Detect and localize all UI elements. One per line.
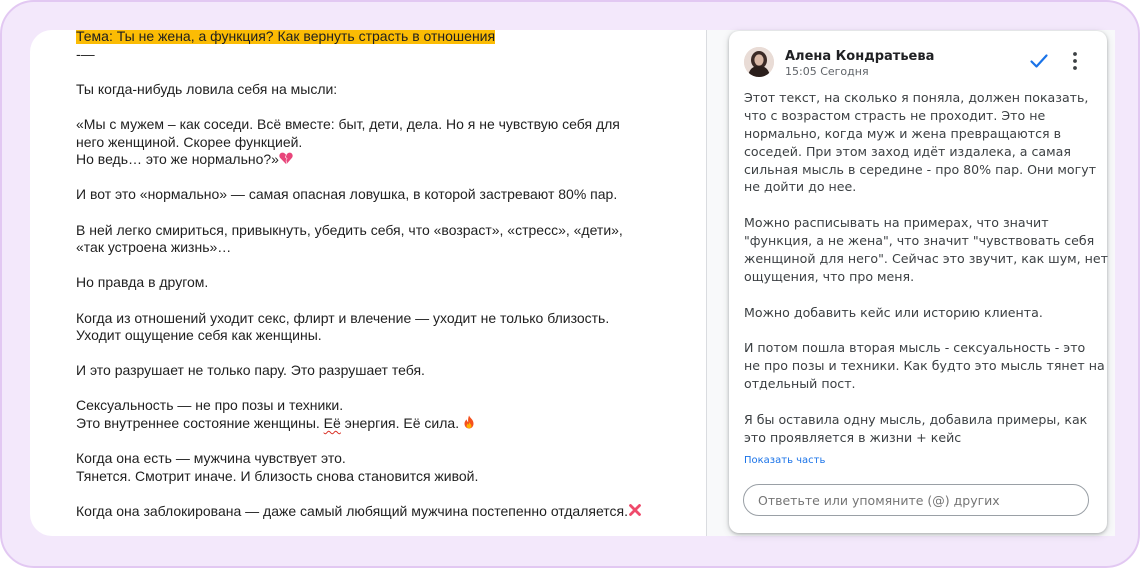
comment-timestamp: 15:05 Сегодня bbox=[785, 65, 869, 78]
doc-paragraph: И вот это «нормально» — самая опасная ло… bbox=[76, 186, 618, 203]
doc-text: Это внутреннее состояние женщины. bbox=[76, 415, 324, 432]
document-page[interactable]: Тема: Ты не жена, а функция? Как вернуть… bbox=[30, 30, 706, 536]
comment-line: ощущения, что про меня. bbox=[744, 268, 915, 284]
doc-text: энергия. Её сила. bbox=[340, 415, 460, 432]
spelling-error-word[interactable]: Её bbox=[324, 415, 341, 431]
checkmark-icon[interactable] bbox=[1027, 49, 1051, 73]
doc-paragraph-line: Это внутреннее состояние женщины. Её эне… bbox=[76, 415, 696, 433]
comment-line: отдельный пост. bbox=[744, 376, 856, 392]
doc-text: Но ведь… это же нормально?» bbox=[76, 151, 279, 168]
comment-line: Я бы оставила одну мысль, добавила приме… bbox=[744, 412, 1088, 428]
comment-line: что с возрастом страсть не проходит. Это… bbox=[744, 107, 1046, 123]
show-more-link[interactable]: Показать часть bbox=[744, 455, 825, 466]
comment-line: нормально, когда муж и жена превращаются… bbox=[744, 125, 1062, 141]
broken-heart-icon bbox=[279, 152, 293, 170]
doc-paragraph: И это разрушает не только пару. Это разр… bbox=[76, 362, 425, 379]
doc-paragraph: Но правда в другом. bbox=[76, 274, 209, 291]
comment-line: И потом пошла вторая мысль - сексуальнос… bbox=[744, 340, 1086, 356]
comment-line: не дойти до нее. bbox=[744, 179, 857, 195]
document-body[interactable]: Тема: Ты не жена, а функция? Как вернуть… bbox=[76, 30, 696, 521]
comment-line: Можно добавить кейс или историю клиента. bbox=[744, 304, 1043, 320]
doc-paragraph: Ты когда-нибудь ловила себя на мысли: bbox=[76, 80, 338, 97]
document-title-line: Тема: Ты не жена, а функция? Как вернуть… bbox=[76, 30, 696, 46]
doc-paragraph: Когда из отношений уходит секс, флирт и … bbox=[76, 309, 610, 326]
doc-text: Когда она заблокирована — даже самый люб… bbox=[76, 503, 628, 520]
doc-paragraph: Когда она есть — мужчина чувствует это. bbox=[76, 450, 346, 467]
document-title: Тема: Ты не жена, а функция? Как вернуть… bbox=[76, 30, 496, 44]
more-vertical-icon[interactable] bbox=[1066, 49, 1084, 73]
comment-author: Алена Кондратьева bbox=[785, 49, 935, 64]
comment-line: "функция, а не жена", что значит "чувств… bbox=[744, 233, 1095, 249]
doc-paragraph: Уходит ощущение себя как женщины. bbox=[76, 327, 322, 344]
comment-line: сильная мысль в середине - про 80% пар. … bbox=[744, 161, 1097, 177]
reply-input[interactable] bbox=[743, 484, 1089, 516]
doc-paragraph-line: Когда она заблокирована — даже самый люб… bbox=[76, 503, 696, 521]
doc-paragraph: Сексуальность — не про позы и техники. bbox=[76, 397, 344, 414]
comment-line: Можно расписывать на примерах, что значи… bbox=[744, 215, 1049, 231]
comment-line: соседей. При этом заход идёт издалека, а… bbox=[744, 143, 1071, 159]
doc-paragraph: Тянется. Смотрит иначе. И близость снова… bbox=[76, 467, 479, 484]
doc-paragraph: «Мы с мужем – как соседи. Всё вместе: бы… bbox=[76, 115, 620, 132]
doc-paragraph: «так устроена жизнь»… bbox=[76, 239, 232, 256]
fire-icon bbox=[463, 415, 475, 434]
doc-paragraph-line: Но ведь… это же нормально?» bbox=[76, 151, 696, 169]
avatar[interactable] bbox=[744, 47, 774, 77]
comment-line: женщиной для него". Сейчас это звучит, к… bbox=[744, 251, 1108, 267]
cross-mark-icon bbox=[628, 503, 642, 522]
doc-paragraph: В ней легко смириться, привыкнуть, убеди… bbox=[76, 221, 623, 238]
comment-line: Этот текст, на сколько я поняла, должен … bbox=[744, 90, 1089, 105]
doc-paragraph: него женщиной. Скорее функцией. bbox=[76, 133, 303, 150]
comment-text: Этот текст, на сколько я поняла, должен … bbox=[744, 89, 1108, 447]
separator-line: -— bbox=[76, 45, 95, 62]
comment-line: это проявляется в жизни + кейс bbox=[744, 429, 962, 445]
comment-line: не про позы и техники. Как будто это мыс… bbox=[744, 358, 1105, 374]
comment-card[interactable]: Алена Кондратьева 15:05 Сегодня Этот тек… bbox=[729, 31, 1108, 533]
